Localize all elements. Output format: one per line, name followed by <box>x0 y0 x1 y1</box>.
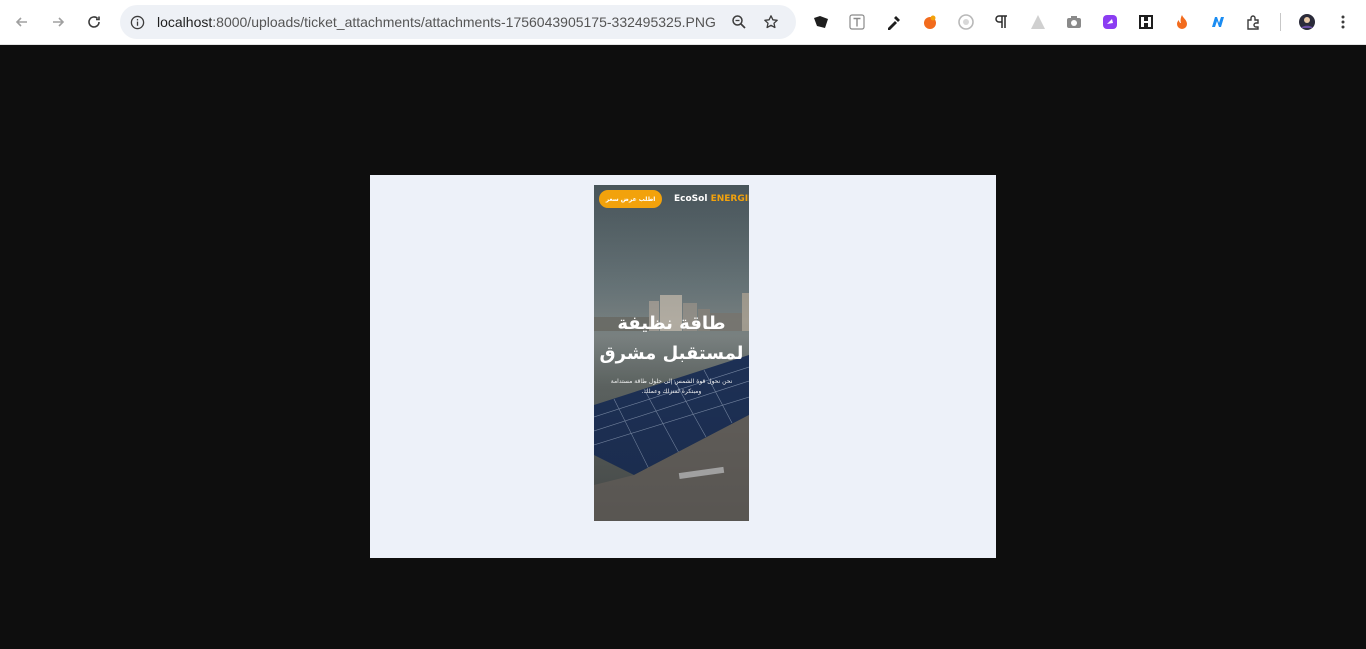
forward-icon <box>53 17 65 27</box>
reload-icon <box>88 16 100 28</box>
orange-extension-icon[interactable] <box>920 12 940 32</box>
camera-icon[interactable] <box>1064 12 1084 32</box>
url-text[interactable]: localhost:8000/uploads/ticket_attachment… <box>157 14 716 30</box>
text-extension-icon[interactable] <box>847 12 867 32</box>
zoom-icon[interactable] <box>730 13 748 31</box>
reload-button[interactable] <box>81 9 107 35</box>
brand-logo: EcoSol ENERGIE <box>674 194 749 204</box>
subtitle-line-2: ومبتكرة لمنزلك وعملك. <box>641 388 702 395</box>
brand-accent: ENERGIE <box>710 194 749 204</box>
back-icon <box>15 17 27 27</box>
triangle-extension-icon[interactable] <box>1028 12 1048 32</box>
poster-headline: طاقة نظيفة لمستقبل مشرق <box>594 309 749 369</box>
extensions-icon[interactable] <box>1244 12 1264 32</box>
paragraph-extension-icon[interactable] <box>992 12 1012 32</box>
n-extension-icon[interactable] <box>1208 12 1228 32</box>
headline-line-2: لمستقبل مشرق <box>599 343 744 364</box>
fire-icon[interactable] <box>1172 12 1192 32</box>
site-info-icon[interactable] <box>128 13 146 31</box>
profile-avatar-icon[interactable] <box>1297 12 1317 32</box>
menu-icon[interactable] <box>1333 12 1353 32</box>
url-path: :8000/uploads/ticket_attachments/attachm… <box>212 14 716 30</box>
headline-line-1: طاقة نظيفة <box>617 313 726 334</box>
quote-request-button[interactable]: اطلب عرض سعر <box>599 190 662 208</box>
poster-image[interactable]: اطلب عرض سعر EcoSol ENERGIE طاقة نظيفة ل… <box>594 185 749 521</box>
url-host: localhost <box>157 14 213 30</box>
toolbar-separator <box>1280 13 1281 31</box>
eyedropper-icon[interactable] <box>884 12 904 32</box>
purple-extension-icon[interactable] <box>1100 12 1120 32</box>
qr-extension-icon[interactable] <box>1136 12 1156 32</box>
back-button[interactable] <box>9 9 35 35</box>
extension-1-icon[interactable] <box>811 12 831 32</box>
image-viewer: اطلب عرض سعر EcoSol ENERGIE طاقة نظيفة ل… <box>370 175 996 558</box>
circle-extension-icon[interactable] <box>956 12 976 32</box>
bookmark-star-icon[interactable] <box>762 13 780 31</box>
forward-button[interactable] <box>45 9 71 35</box>
subtitle-line-1: نحن نحول قوة الشمس إلى حلول طاقة مستدامة <box>610 378 733 385</box>
poster-subtitle: نحن نحول قوة الشمس إلى حلول طاقة مستدامة… <box>600 377 743 397</box>
address-bar[interactable]: localhost:8000/uploads/ticket_attachment… <box>120 5 796 39</box>
brand-name: EcoSol <box>674 194 708 204</box>
browser-toolbar: localhost:8000/uploads/ticket_attachment… <box>0 0 1366 45</box>
